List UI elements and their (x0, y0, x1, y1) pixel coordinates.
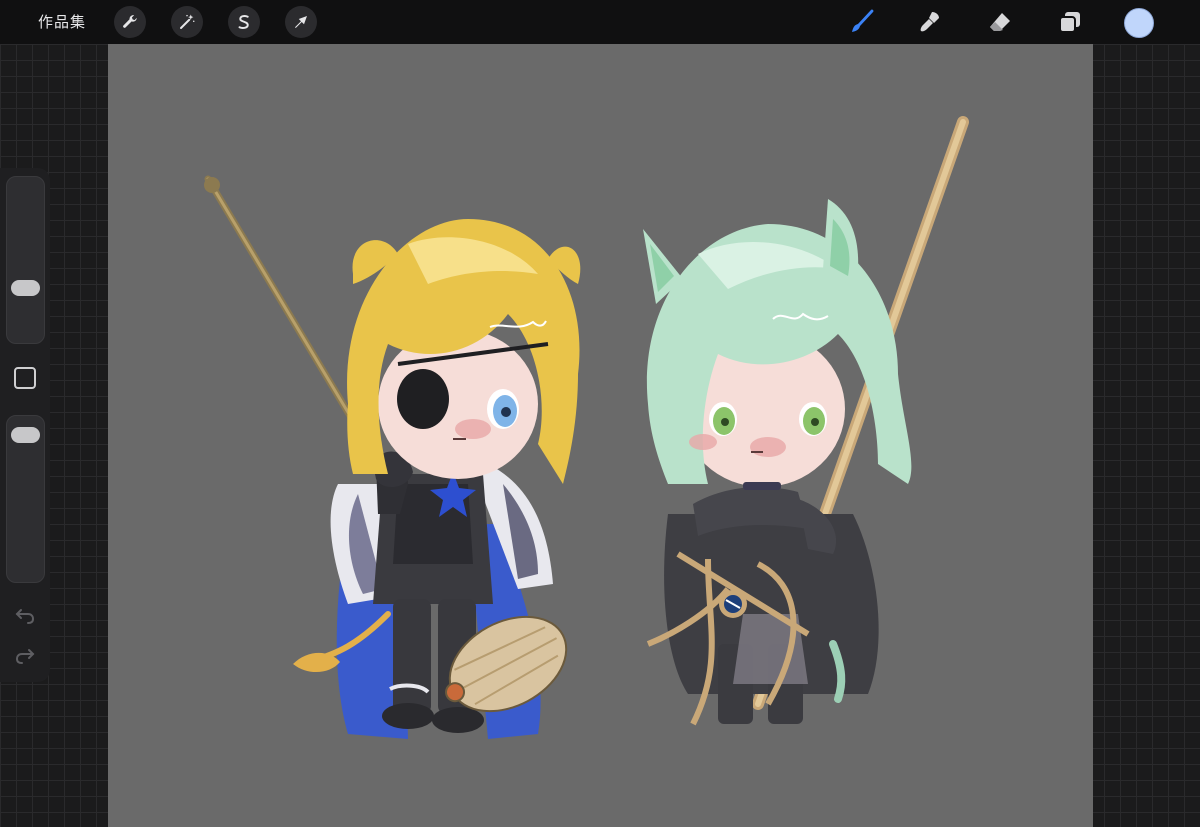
blonde-knight-character (204, 175, 581, 739)
color-picker-button[interactable] (1124, 8, 1154, 38)
drawing-canvas[interactable] (108, 44, 1093, 827)
selection-s-icon (238, 15, 249, 29)
left-sidebar (0, 168, 50, 682)
eraser-icon (990, 13, 1010, 31)
wrench-icon (123, 15, 137, 28)
mint-hair-character (643, 116, 969, 726)
magic-wand-icon (180, 14, 195, 29)
redo-icon (15, 649, 35, 664)
top-toolbar: 作品集 (0, 0, 1200, 44)
undo-button[interactable] (14, 606, 36, 626)
brush-size-thumb[interactable] (11, 280, 40, 297)
gallery-button[interactable]: 作品集 (38, 11, 86, 32)
redo-button[interactable] (14, 646, 36, 666)
brush-size-slider[interactable] (6, 176, 45, 344)
arrow-icon (295, 16, 307, 28)
undo-icon (15, 609, 35, 624)
opacity-thumb[interactable] (11, 427, 40, 444)
transform-button[interactable] (285, 6, 317, 38)
smudge-icon (920, 12, 939, 32)
smudge-tool-button[interactable] (914, 6, 946, 38)
chibi-artwork (204, 116, 969, 739)
brush-icon (852, 9, 874, 32)
brush-tool-button[interactable] (845, 6, 877, 38)
actions-button[interactable] (114, 6, 146, 38)
selection-button[interactable] (228, 6, 260, 38)
modify-button[interactable] (14, 367, 36, 389)
eraser-tool-button[interactable] (984, 6, 1016, 38)
adjustments-button[interactable] (171, 6, 203, 38)
opacity-slider[interactable] (6, 415, 45, 583)
layers-button[interactable] (1054, 6, 1086, 38)
layers-icon (1059, 12, 1080, 33)
